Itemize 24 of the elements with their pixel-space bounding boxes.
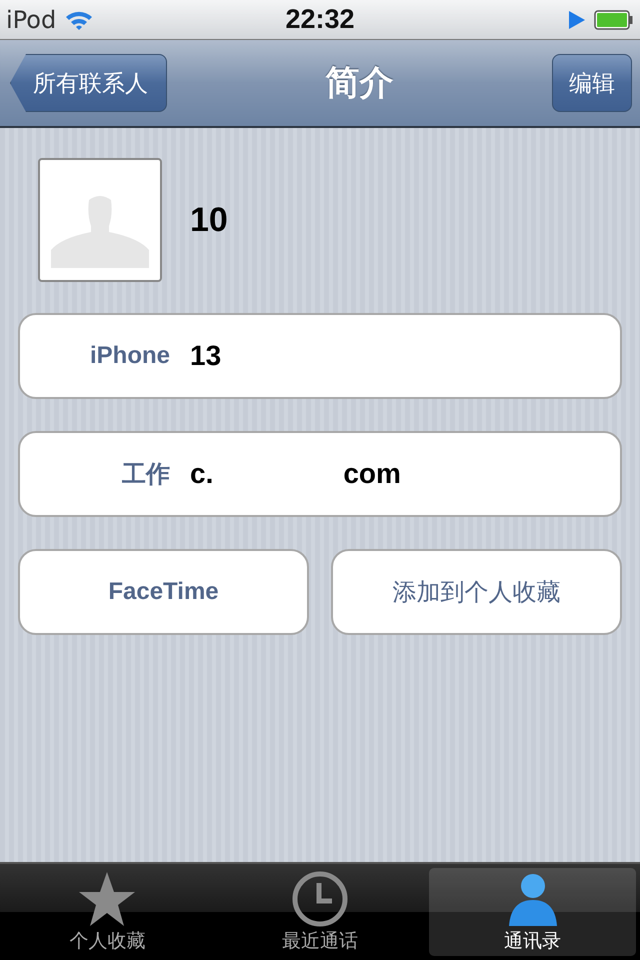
contact-photo[interactable] xyxy=(38,158,162,282)
clock-icon xyxy=(290,870,350,928)
field-card[interactable]: iPhone 13 xyxy=(18,313,622,399)
field-card[interactable]: 工作 c. com xyxy=(18,431,622,517)
field-value: com xyxy=(343,458,401,490)
play-icon xyxy=(568,10,586,30)
field-label: iPhone xyxy=(88,342,170,370)
tab[interactable]: 个人收藏 xyxy=(4,868,211,956)
back-button[interactable]: 所有联系人 xyxy=(10,54,167,112)
status-time: 22:32 xyxy=(285,4,355,35)
edit-button[interactable]: 编辑 xyxy=(552,54,632,112)
nav-title: 简介 xyxy=(326,62,394,105)
carrier-name: iPod xyxy=(6,6,56,34)
action-button[interactable]: 添加到个人收藏 xyxy=(331,549,622,635)
field-value: 13 xyxy=(190,340,222,372)
tab[interactable]: 最近通话 xyxy=(216,868,424,956)
star-icon xyxy=(77,870,138,928)
field-value: c. xyxy=(190,458,214,490)
action-button[interactable]: FaceTime xyxy=(18,549,309,635)
person-silhouette-icon xyxy=(51,194,149,268)
battery-icon xyxy=(594,10,634,30)
contact-name: 10 xyxy=(190,200,228,240)
field-label: 工作 xyxy=(121,460,170,490)
tab[interactable]: 通讯录 xyxy=(429,868,636,956)
